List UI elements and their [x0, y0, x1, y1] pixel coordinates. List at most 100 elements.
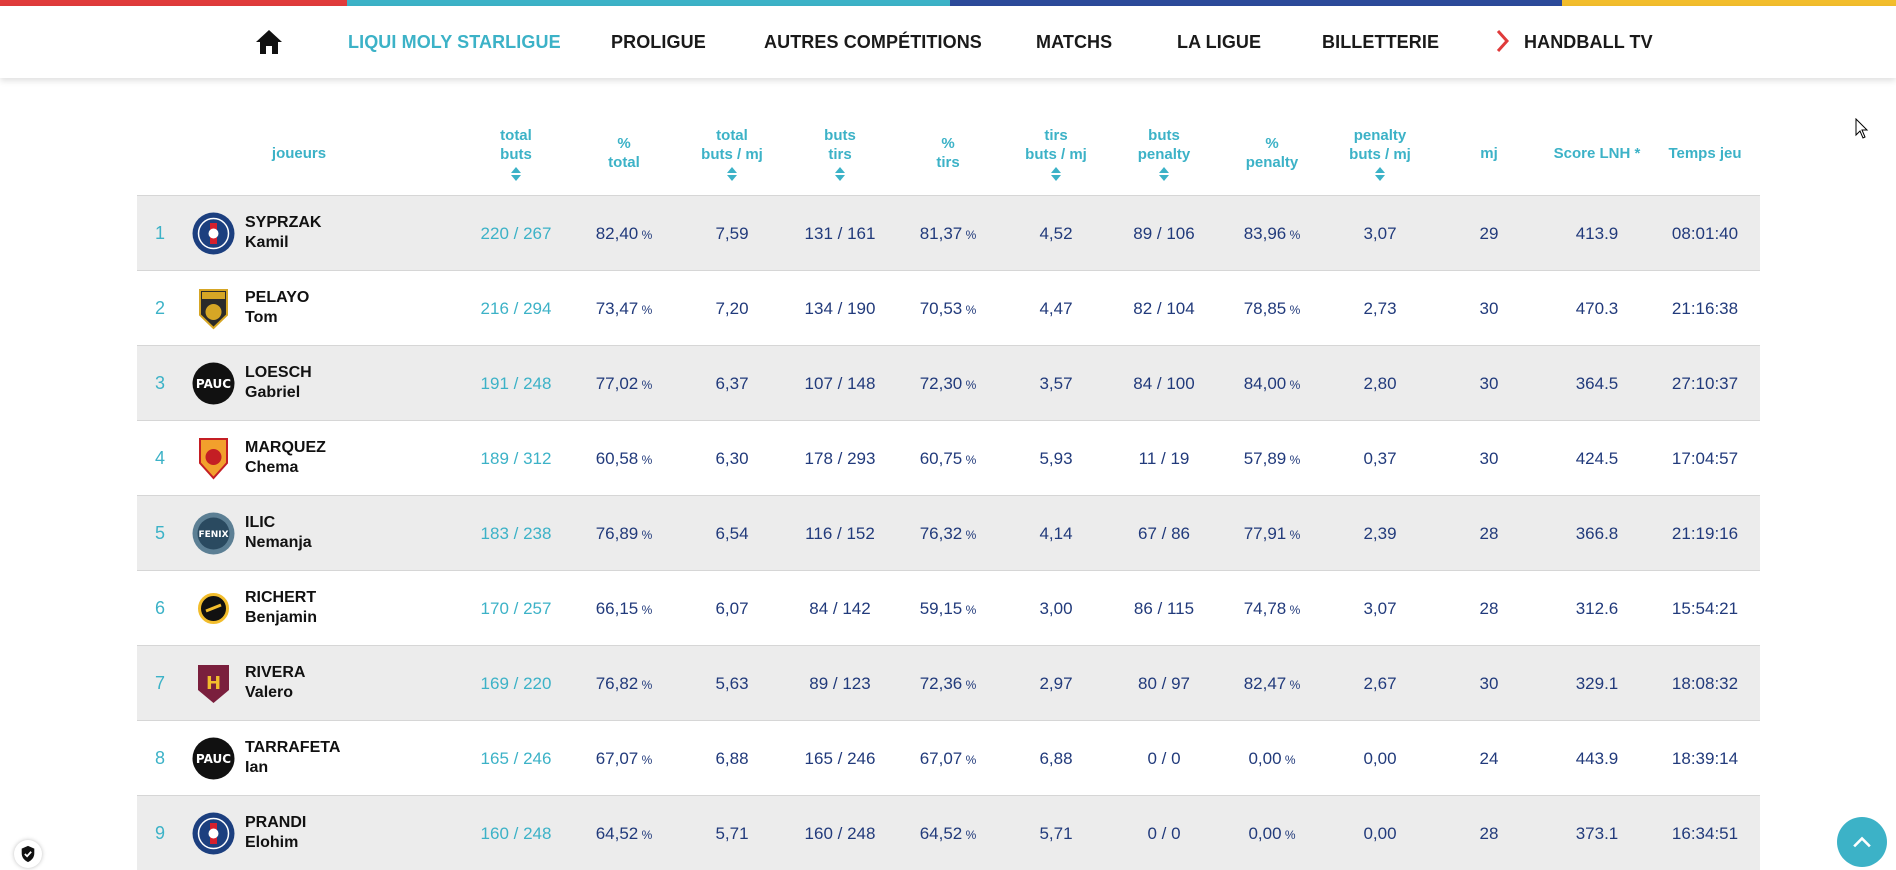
table-row[interactable]: 8 PAUC TARRAFETA Ian 165 / 246 67,07 % 6,88 165… — [137, 720, 1760, 795]
cell-time: 08:01:40 — [1671, 224, 1739, 243]
sort-arrows-icon[interactable] — [510, 166, 522, 182]
cell-time: 21:16:38 — [1671, 299, 1739, 318]
privacy-shield-icon[interactable] — [14, 840, 42, 868]
player-name[interactable]: RIVERA Valero — [245, 663, 305, 703]
header-shots-per-match[interactable]: tirs buts / mj — [1001, 126, 1111, 182]
player-first-name: Chema — [245, 459, 299, 476]
sort-arrows-icon[interactable] — [1050, 166, 1062, 182]
club-logo-pauc: PAUC — [192, 362, 235, 405]
table-row[interactable]: 9 PRANDI Elohim 160 / 248 64,52 % 5,71 160 / 2… — [137, 795, 1760, 870]
player-name[interactable]: PELAYO Tom — [245, 288, 309, 328]
nav-autres-competitions[interactable]: AUTRES COMPÉTITIONS — [764, 32, 982, 53]
table-row[interactable]: 2 PELAYO Tom 216 / 294 73,47 % 7,20 134 / 190 7… — [137, 270, 1760, 345]
player-first-name: Valero — [245, 684, 294, 701]
table-row[interactable]: 6 RICHERT Benjamin 170 / 257 66,15 % 6,07 84 /… — [137, 570, 1760, 645]
club-logo-fenix: FENIX — [192, 512, 235, 555]
cell-time: 17:04:57 — [1671, 449, 1739, 468]
cell-time: 16:34:51 — [1671, 824, 1739, 843]
main-navigation: LIQUI MOLY STARLIGUE PROLIGUE AUTRES COM… — [0, 6, 1896, 78]
player-last-name: RICHERT — [245, 589, 317, 606]
home-icon[interactable] — [254, 28, 284, 56]
table-header: joueurs total buts% total total buts / mj buts… — [137, 120, 1760, 195]
header-shot-goals[interactable]: buts tirs — [785, 126, 895, 182]
header-matches: mj — [1480, 145, 1498, 162]
scorers-table: joueurs total buts% total total buts / mj buts… — [137, 120, 1760, 870]
header-pct-shots: % tirs — [936, 135, 960, 171]
svg-text:PAUC: PAUC — [196, 377, 231, 391]
table-row[interactable]: 5 FENIX ILIC Nemanja 183 / 238 76,89 % 6,54 116… — [137, 495, 1760, 570]
player-last-name: TARRAFETA — [245, 739, 341, 756]
header-time: Temps jeu — [1668, 145, 1742, 162]
player-last-name: SYPRZAK — [245, 214, 322, 231]
player-last-name: PELAYO — [245, 289, 310, 306]
club-logo-chambery — [192, 587, 235, 630]
mouse-cursor-icon — [1855, 117, 1869, 140]
sort-arrows-icon[interactable] — [834, 166, 846, 182]
player-last-name: LOESCH — [245, 364, 312, 381]
nav-la-ligue[interactable]: LA LIGUE — [1177, 32, 1261, 53]
svg-text:PAUC: PAUC — [196, 752, 231, 766]
table-row[interactable]: 4 MARQUEZ Chema 189 / 312 60,58 % 6,30 178 / 2… — [137, 420, 1760, 495]
player-name[interactable]: ILIC Nemanja — [245, 513, 312, 553]
header-pct-penalty: % penalty — [1245, 135, 1299, 171]
player-last-name: RIVERA — [245, 664, 306, 681]
rank-number: 5 — [155, 523, 166, 543]
player-name[interactable]: TARRAFETA Ian — [245, 738, 340, 778]
cell-time: 27:10:37 — [1671, 374, 1739, 393]
rank-number: 2 — [155, 298, 166, 318]
rank-number: 6 — [155, 598, 166, 618]
nav-proligue[interactable]: PROLIGUE — [611, 32, 706, 53]
scroll-to-top-button[interactable] — [1837, 817, 1887, 867]
chevron-right-icon — [1496, 29, 1510, 53]
player-name[interactable]: LOESCH Gabriel — [245, 363, 312, 403]
header-joueurs: joueurs — [271, 145, 327, 162]
header-penalty-per-match[interactable]: penalty buts / mj — [1325, 126, 1435, 182]
svg-text:FENIX: FENIX — [198, 530, 228, 540]
club-logo-sr — [192, 437, 235, 480]
cell-time: 21:19:16 — [1671, 524, 1739, 543]
player-name[interactable]: RICHERT Benjamin — [245, 588, 317, 628]
nav-handball-tv[interactable]: HANDBALL TV — [1524, 32, 1653, 53]
player-first-name: Tom — [245, 309, 278, 326]
rank-number: 7 — [155, 673, 166, 693]
header-goals-per-match[interactable]: total buts / mj — [677, 126, 787, 182]
player-last-name: ILIC — [245, 514, 276, 531]
rank-number: 4 — [155, 448, 166, 468]
player-name[interactable]: PRANDI Elohim — [245, 813, 306, 853]
player-first-name: Gabriel — [245, 384, 301, 401]
player-first-name: Ian — [245, 759, 269, 776]
sort-arrows-icon[interactable] — [1158, 166, 1170, 182]
table-body: 1 SYPRZAK Kamil 220 / 267 82,40 % 7,59 131 / 1… — [137, 195, 1760, 870]
sort-arrows-icon[interactable] — [726, 166, 738, 182]
chevron-up-icon — [1853, 836, 1871, 848]
club-logo-psg — [192, 212, 235, 255]
rank-number: 1 — [155, 223, 166, 243]
club-logo-pauc: PAUC — [192, 737, 235, 780]
rank-number: 3 — [155, 373, 166, 393]
nav-matchs[interactable]: MATCHS — [1036, 32, 1112, 53]
player-first-name: Nemanja — [245, 534, 312, 551]
table-row[interactable]: 3 PAUC LOESCH Gabriel 191 / 248 77,02 % 6,37 10… — [137, 345, 1760, 420]
player-last-name: PRANDI — [245, 814, 307, 831]
header-total-goals[interactable]: total buts — [461, 126, 571, 182]
cell-time: 18:39:14 — [1671, 749, 1739, 768]
player-name[interactable]: SYPRZAK Kamil — [245, 213, 321, 253]
player-last-name: MARQUEZ — [245, 439, 326, 456]
club-logo-psg — [192, 812, 235, 855]
table-row[interactable]: 7 H RIVERA Valero 169 / 220 76,82 % 5,63 89 / 1… — [137, 645, 1760, 720]
club-logo-usdk — [192, 287, 235, 330]
club-logo-nantes: H — [192, 662, 235, 705]
table-row[interactable]: 1 SYPRZAK Kamil 220 / 267 82,40 % 7,59 131 / 1… — [137, 195, 1760, 270]
player-first-name: Benjamin — [245, 609, 318, 626]
cell-time: 15:54:21 — [1671, 599, 1739, 618]
rank-number: 9 — [155, 823, 166, 843]
header-score: Score LNH * — [1553, 145, 1641, 162]
cell-time: 18:08:32 — [1671, 674, 1739, 693]
player-first-name: Kamil — [245, 234, 289, 251]
nav-starligue[interactable]: LIQUI MOLY STARLIGUE — [348, 32, 561, 53]
nav-billetterie[interactable]: BILLETTERIE — [1322, 32, 1439, 53]
sort-arrows-icon[interactable] — [1374, 166, 1386, 182]
header-pct-total: % total — [608, 135, 640, 171]
player-name[interactable]: MARQUEZ Chema — [245, 438, 326, 478]
header-penalty-goals[interactable]: buts penalty — [1109, 126, 1219, 182]
